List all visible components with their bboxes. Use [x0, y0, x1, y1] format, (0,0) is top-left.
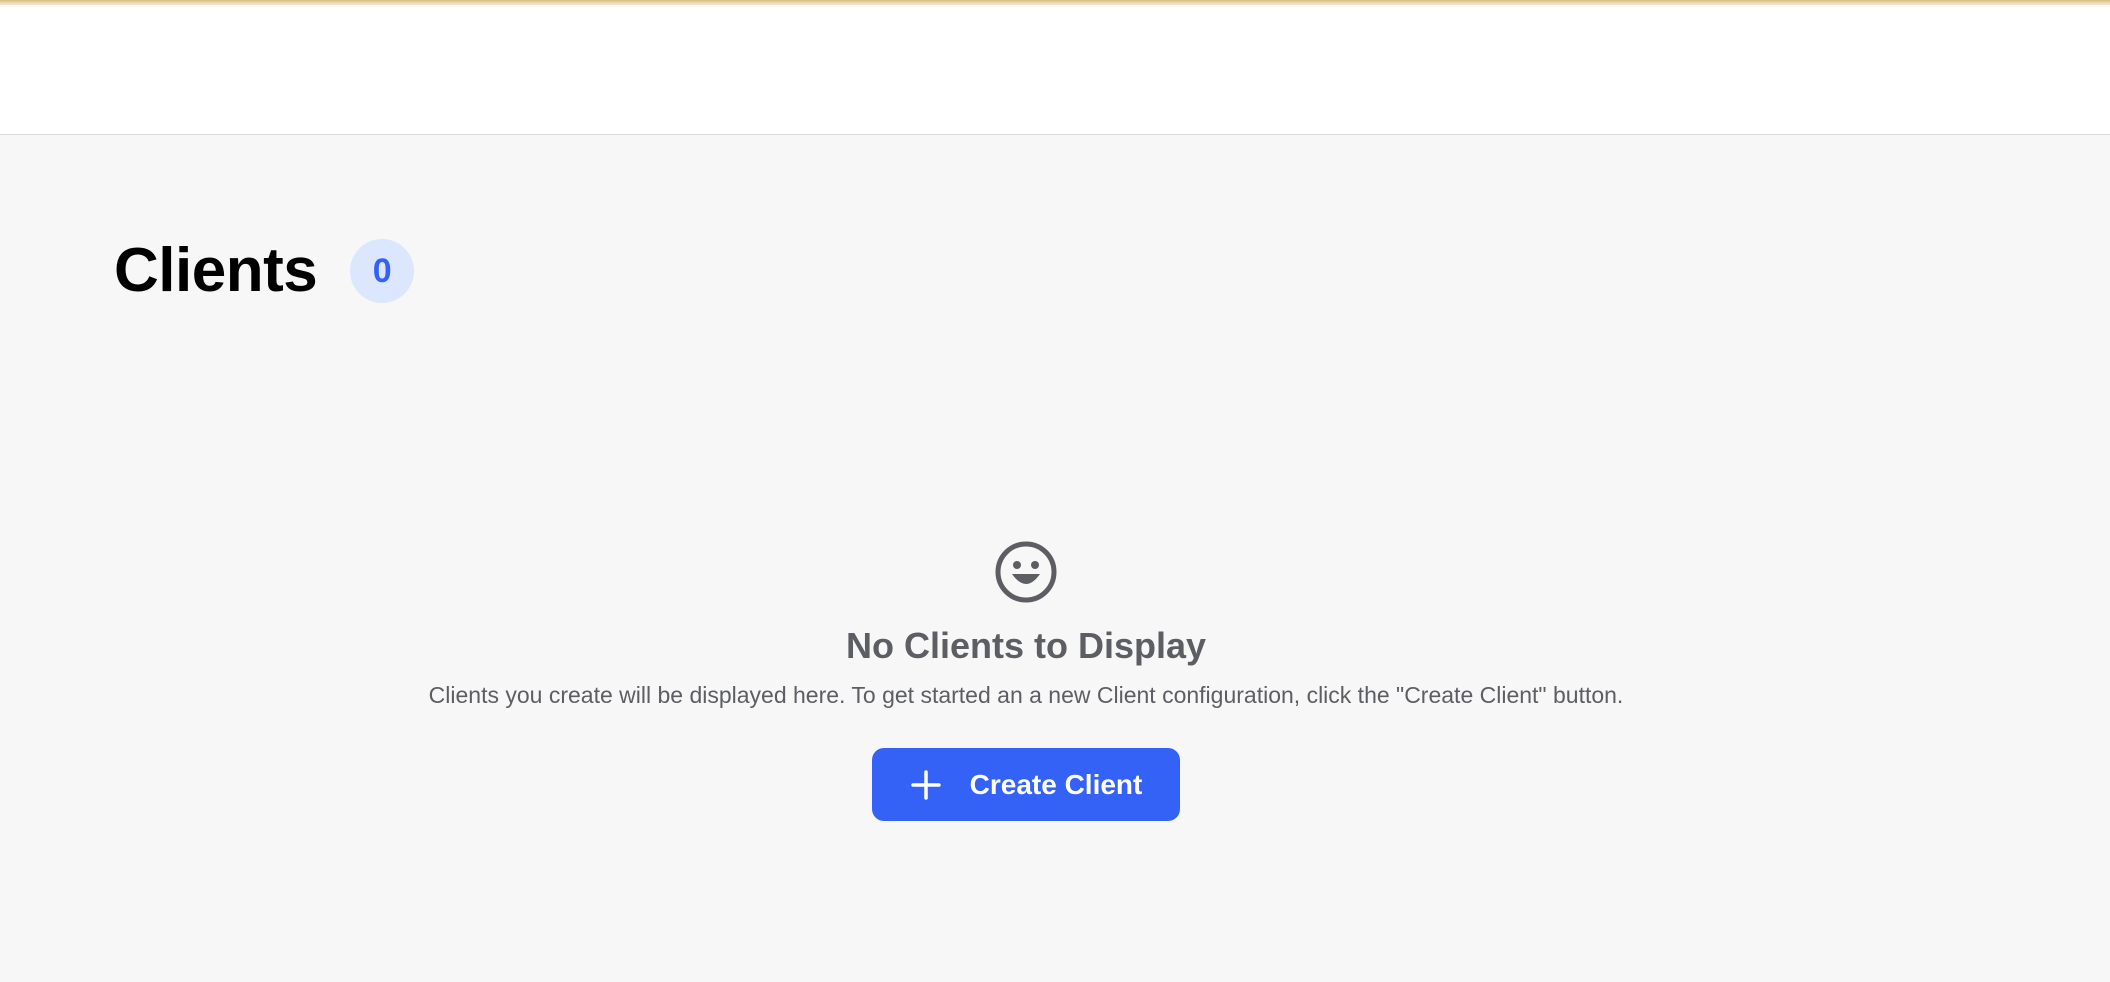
empty-state-title: No Clients to Display — [845, 625, 1207, 666]
page-header: Clients 0 — [114, 236, 415, 305]
main-content: Clients 0 No Clients to Display Clients … — [0, 136, 2110, 982]
empty-state: No Clients to Display Clients you create… — [0, 540, 2052, 821]
smiley-icon — [995, 541, 1057, 603]
client-count-badge: 0 — [350, 239, 415, 303]
create-client-label: Create Client — [969, 768, 1143, 800]
plus-icon — [910, 769, 941, 800]
create-client-button[interactable]: Create Client — [872, 748, 1180, 821]
page-title: Clients — [114, 236, 318, 305]
empty-state-description: Clients you create will be displayed her… — [428, 682, 1624, 708]
top-bar — [0, 5, 2110, 135]
